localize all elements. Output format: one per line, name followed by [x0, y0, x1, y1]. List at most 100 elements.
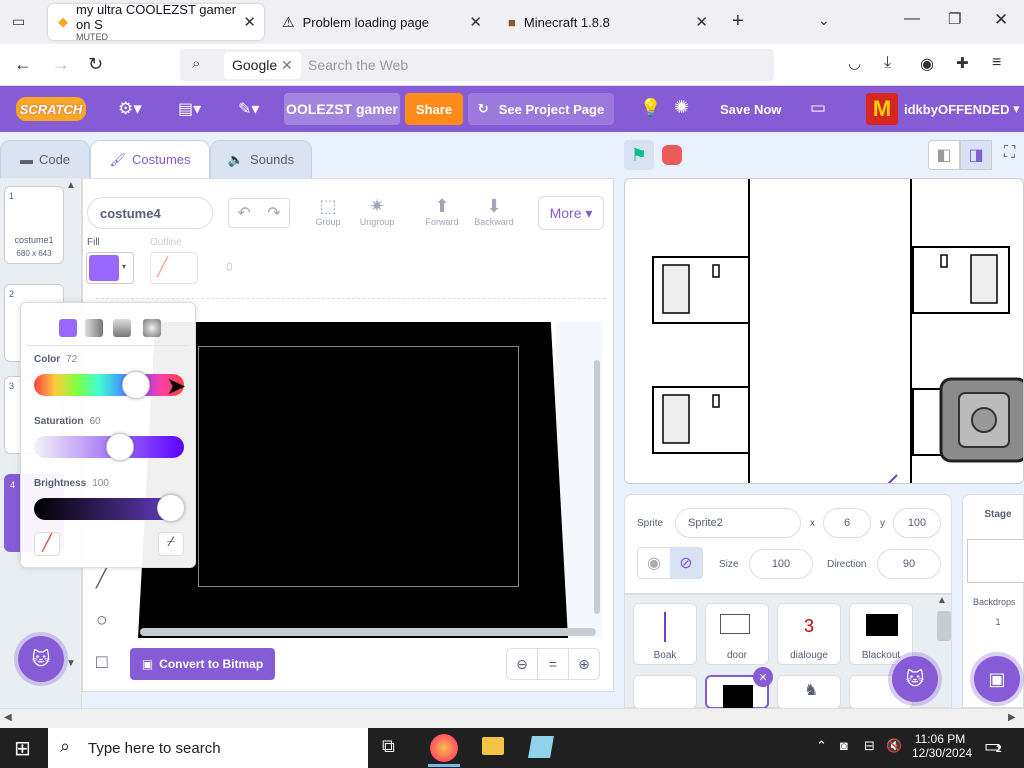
- horizontal-gradient-option[interactable]: [85, 319, 103, 337]
- eyedropper-icon[interactable]: ⌿: [158, 532, 184, 556]
- sprite-list-scrollbar[interactable]: [937, 611, 951, 641]
- tray-camera-icon[interactable]: ◙: [840, 738, 848, 753]
- direction-input[interactable]: 90: [877, 549, 941, 579]
- fullscreen-icon[interactable]: ⛶: [1004, 144, 1015, 162]
- settings-gear-icon[interactable]: ⚙▾: [118, 99, 142, 119]
- windows-start-icon[interactable]: ⊞: [14, 736, 31, 761]
- radial-gradient-option[interactable]: [143, 319, 161, 337]
- scroll-right-icon[interactable]: ▶: [1008, 712, 1016, 723]
- zoom-in-button[interactable]: ⊕: [568, 648, 600, 680]
- task-view-icon[interactable]: ⧉: [382, 736, 395, 757]
- sprite-tile-dialouge[interactable]: 3 dialouge: [777, 603, 841, 665]
- file-menu-icon[interactable]: ▤▾: [178, 99, 201, 119]
- firefox-icon[interactable]: [430, 734, 458, 762]
- tab-sounds[interactable]: 🔈 Sounds: [210, 140, 312, 178]
- clear-chip-icon[interactable]: ✕: [281, 57, 293, 73]
- zoom-out-button[interactable]: ⊖: [506, 648, 538, 680]
- tab-scratch[interactable]: ◆ my ultra COOLEZST gamer on S MUTED ✕: [48, 2, 264, 42]
- sprite-tile[interactable]: [633, 675, 697, 709]
- choose-backdrop-button[interactable]: ▣: [974, 656, 1020, 702]
- zoom-reset-button[interactable]: =: [537, 648, 569, 680]
- rectangle-tool-icon[interactable]: □: [96, 652, 107, 674]
- x-input[interactable]: 6: [823, 508, 871, 538]
- forward-icon[interactable]: →: [52, 54, 70, 75]
- saturation-slider-knob[interactable]: [106, 433, 134, 461]
- menu-icon[interactable]: ≡: [992, 54, 1001, 72]
- forward-button[interactable]: ⬆ Forward: [420, 196, 464, 227]
- back-icon[interactable]: ←: [14, 54, 32, 75]
- scroll-up-icon[interactable]: ▲: [937, 595, 947, 606]
- window-close-icon[interactable]: ✕: [994, 10, 1008, 30]
- sprite-tile-blackout[interactable]: Blackout: [849, 603, 913, 665]
- new-tab-icon[interactable]: +: [732, 10, 744, 33]
- hide-eye-icon[interactable]: ⊘: [670, 548, 702, 578]
- tray-volume-muted-icon[interactable]: 🔇: [886, 738, 902, 754]
- fill-color-dropdown[interactable]: ▾: [86, 252, 134, 284]
- tab-problem-loading[interactable]: ⚠ Problem loading page ✕: [272, 4, 490, 40]
- minimize-icon[interactable]: —: [904, 10, 920, 28]
- redo-icon[interactable]: ↷: [267, 203, 280, 223]
- scroll-up-icon[interactable]: ▲: [66, 180, 76, 191]
- share-button[interactable]: Share: [405, 93, 463, 125]
- sprite-tile[interactable]: ♞: [777, 675, 841, 709]
- solid-fill-option[interactable]: [59, 319, 77, 337]
- outline-color-dropdown[interactable]: ╱: [150, 252, 198, 284]
- sprite-tile-selected[interactable]: ✕: [705, 667, 773, 711]
- backward-button[interactable]: ⬇ Backward: [468, 196, 520, 227]
- more-button[interactable]: More ▾: [538, 196, 604, 230]
- pocket-icon[interactable]: ◡: [848, 54, 861, 72]
- extensions-icon[interactable]: ✚: [956, 54, 969, 72]
- scratch-logo[interactable]: SCRATCH: [16, 97, 86, 121]
- downloads-icon[interactable]: ⤓: [884, 54, 891, 72]
- tab-list-icon[interactable]: ▭: [12, 13, 25, 30]
- undo-icon[interactable]: ↶: [237, 203, 250, 223]
- costume-item-1[interactable]: 1 costume1 680 x 643: [4, 186, 64, 264]
- rectangle-shape[interactable]: [198, 346, 519, 587]
- no-color-swatch-icon[interactable]: ╱: [34, 532, 60, 556]
- large-stage-icon[interactable]: ◨: [960, 140, 992, 170]
- line-tool-icon[interactable]: ╱: [96, 568, 107, 589]
- user-avatar[interactable]: M: [866, 93, 898, 125]
- choose-costume-button[interactable]: 🐱: [18, 636, 64, 682]
- canvas-horizontal-scrollbar[interactable]: [140, 628, 596, 636]
- sprite-tile-door[interactable]: door: [705, 603, 769, 665]
- sprite-name-input[interactable]: Sprite2: [675, 508, 801, 538]
- reload-icon[interactable]: ↻: [88, 54, 103, 75]
- color-slider-knob[interactable]: [122, 371, 150, 399]
- group-button[interactable]: ⬚ Group: [310, 196, 346, 227]
- see-project-page-button[interactable]: ↻ See Project Page: [468, 93, 614, 125]
- app-icon[interactable]: [528, 736, 554, 758]
- close-icon[interactable]: ✕: [469, 13, 482, 31]
- tab-code[interactable]: ▬ Code: [0, 140, 90, 178]
- convert-to-bitmap-button[interactable]: ▣ Convert to Bitmap: [130, 648, 275, 680]
- maximize-icon[interactable]: ❐: [948, 10, 961, 28]
- username-menu[interactable]: idkbyOFFENDED ▾: [904, 86, 1020, 132]
- delete-sprite-icon[interactable]: ✕: [753, 667, 773, 687]
- file-explorer-icon[interactable]: [482, 737, 504, 755]
- page-horizontal-scrollbar[interactable]: ◀ ▶: [0, 708, 1024, 728]
- tab-costumes[interactable]: 🖌 Costumes: [90, 140, 210, 178]
- canvas-vertical-scrollbar[interactable]: [594, 360, 600, 614]
- size-input[interactable]: 100: [749, 549, 813, 579]
- costume-name-input[interactable]: costume4: [87, 197, 213, 229]
- url-bar[interactable]: ⌕ Google ✕ Search the Web: [180, 49, 774, 81]
- scroll-left-icon[interactable]: ◀: [4, 712, 12, 723]
- outline-width-value[interactable]: 0: [226, 260, 233, 274]
- my-stuff-folder-icon[interactable]: ▭: [810, 98, 826, 118]
- stop-icon[interactable]: [662, 145, 682, 165]
- vertical-gradient-option[interactable]: [113, 319, 131, 337]
- tips-bulb-icon[interactable]: 💡: [640, 98, 661, 118]
- sprite-tile-boak[interactable]: Boak: [633, 603, 697, 665]
- color-slider[interactable]: [34, 374, 184, 396]
- project-title-field[interactable]: OOLEZST gamer: [284, 93, 400, 125]
- debug-bug-icon[interactable]: ✺: [674, 97, 689, 118]
- close-icon[interactable]: ✕: [695, 13, 708, 31]
- small-stage-icon[interactable]: ◧: [928, 140, 960, 170]
- green-flag-icon[interactable]: ⚑: [624, 140, 654, 170]
- chevron-down-icon[interactable]: ⌄: [818, 12, 830, 29]
- scroll-down-icon[interactable]: ▼: [66, 658, 76, 669]
- save-now-button[interactable]: Save Now: [720, 86, 781, 132]
- edit-menu-icon[interactable]: ✎▾: [238, 99, 259, 119]
- ungroup-button[interactable]: ✷ Ungroup: [354, 196, 400, 227]
- search-engine-chip[interactable]: Google ✕: [224, 52, 301, 79]
